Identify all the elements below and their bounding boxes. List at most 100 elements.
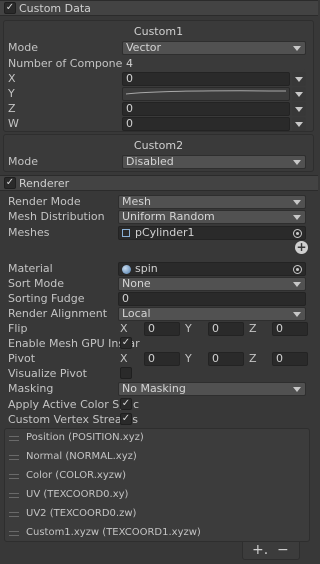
render-alignment-label: Render Alignment — [8, 307, 108, 320]
custom-data-title: Custom Data — [19, 2, 91, 15]
flip-z-field[interactable]: 0 — [272, 322, 308, 336]
custom2-title: Custom2 — [133, 139, 184, 152]
meshes-object-field[interactable]: pCylinder1 — [118, 226, 306, 240]
renderer-checkbox[interactable]: ✓ — [4, 177, 16, 189]
drag-handle-icon[interactable] — [9, 474, 19, 479]
object-picker-icon[interactable] — [293, 265, 302, 274]
pivot-z-field[interactable]: 0 — [272, 352, 308, 366]
drag-handle-icon[interactable] — [9, 455, 19, 460]
apply-color-space-checkbox[interactable]: ✓ — [120, 398, 132, 410]
custom2-mode-value: Disabled — [126, 155, 174, 168]
sort-mode-label: Sort Mode — [8, 277, 65, 290]
custom1-y-label: Y — [8, 87, 15, 100]
sorting-fudge-field[interactable]: 0 — [118, 292, 306, 306]
stream-item[interactable]: Custom1.xyzw (TEXCOORD1.xyzw) — [26, 527, 201, 538]
stream-list-footer: +. − — [242, 542, 300, 560]
renderer-header[interactable]: ✓ Renderer — [0, 175, 318, 191]
render-mode-dropdown[interactable]: Mesh — [118, 195, 306, 209]
drag-handle-icon[interactable] — [9, 531, 19, 536]
pivot-label: Pivot — [8, 352, 36, 365]
custom1-mode-label: Mode — [8, 41, 38, 54]
custom1-z-mode[interactable] — [292, 102, 306, 116]
flip-y-label: Y — [185, 322, 192, 335]
remove-stream-button[interactable]: − — [277, 542, 289, 558]
chevron-down-icon — [293, 282, 301, 287]
custom-streams-label: Custom Vertex Streams — [8, 413, 139, 426]
pivot-z-label: Z — [249, 352, 257, 365]
mesh-distribution-label: Mesh Distribution — [8, 210, 105, 223]
stream-item[interactable]: Color (COLOR.xyzw) — [26, 470, 126, 481]
custom1-title: Custom1 — [133, 25, 184, 38]
pivot-y-label: Y — [185, 352, 192, 365]
drag-handle-icon[interactable] — [9, 493, 19, 498]
chevron-down-icon — [293, 215, 301, 220]
custom2-mode-label: Mode — [8, 155, 38, 168]
material-object-field[interactable]: spin — [118, 262, 306, 276]
pivot-x-field[interactable]: 0 — [144, 352, 180, 366]
render-mode-value: Mesh — [122, 195, 151, 208]
drag-handle-icon[interactable] — [9, 436, 19, 441]
chevron-down-icon — [293, 200, 301, 205]
custom1-mode-dropdown[interactable]: Vector — [122, 41, 306, 55]
renderer-title: Renderer — [19, 177, 70, 190]
custom-data-checkbox[interactable]: ✓ — [4, 2, 16, 14]
render-alignment-dropdown[interactable]: Local — [118, 307, 306, 321]
flip-z-label: Z — [249, 322, 257, 335]
components-label: Number of Components — [8, 57, 140, 70]
visualize-pivot-label: Visualize Pivot — [8, 367, 87, 380]
masking-label: Masking — [8, 382, 54, 395]
add-mesh-button[interactable]: + — [295, 241, 308, 254]
mesh-icon — [122, 229, 130, 237]
custom1-y-curve-field[interactable] — [122, 87, 290, 101]
flip-x-field[interactable]: 0 — [144, 322, 180, 336]
custom1-z-field[interactable]: 0 — [122, 102, 290, 116]
mesh-distribution-value: Uniform Random — [122, 210, 215, 223]
flip-label: Flip — [8, 322, 28, 335]
stream-item[interactable]: Position (POSITION.xyz) — [26, 432, 144, 443]
stream-item[interactable]: UV (TEXCOORD0.xy) — [26, 489, 128, 500]
pivot-x-label: X — [120, 352, 128, 365]
sorting-fudge-label: Sorting Fudge — [8, 292, 85, 305]
chevron-down-icon — [293, 387, 301, 392]
sort-mode-dropdown[interactable]: None — [118, 277, 306, 291]
material-label: Material — [8, 262, 53, 275]
custom-streams-checkbox[interactable]: ✓ — [120, 413, 132, 425]
masking-dropdown[interactable]: No Masking — [118, 382, 306, 396]
add-stream-button[interactable]: +. — [252, 542, 268, 558]
custom1-w-mode[interactable] — [292, 117, 306, 131]
chevron-down-icon — [295, 122, 303, 127]
flip-x-label: X — [120, 322, 128, 335]
chevron-down-icon — [293, 46, 301, 51]
chevron-down-icon — [293, 312, 301, 317]
mesh-distribution-dropdown[interactable]: Uniform Random — [118, 210, 306, 224]
custom1-w-label: W — [8, 117, 19, 130]
pivot-y-field[interactable]: 0 — [208, 352, 244, 366]
custom1-x-field[interactable]: 0 — [122, 72, 290, 86]
material-icon — [122, 265, 131, 274]
custom1-x-mode[interactable] — [292, 72, 306, 86]
chevron-down-icon — [295, 92, 303, 97]
drag-handle-icon[interactable] — [9, 512, 19, 517]
masking-value: No Masking — [122, 382, 186, 395]
custom1-mode-value: Vector — [126, 41, 162, 54]
stream-item[interactable]: Normal (NORMAL.xyz) — [26, 451, 137, 462]
chevron-down-icon — [295, 107, 303, 112]
custom2-mode-dropdown[interactable]: Disabled — [122, 155, 306, 169]
visualize-pivot-checkbox[interactable] — [120, 367, 132, 379]
stream-item[interactable]: UV2 (TEXCOORD0.zw) — [26, 508, 136, 519]
render-alignment-value: Local — [122, 307, 151, 320]
custom-data-header[interactable]: ✓ Custom Data — [0, 0, 318, 16]
meshes-label: Meshes — [8, 226, 50, 239]
custom1-w-field[interactable]: 0 — [122, 117, 290, 131]
components-field[interactable]: 4 — [122, 57, 306, 71]
gpu-instancing-checkbox[interactable]: ✓ — [120, 337, 132, 349]
curve-icon — [125, 90, 287, 95]
sort-mode-value: None — [122, 277, 151, 290]
flip-y-field[interactable]: 0 — [208, 322, 244, 336]
custom1-z-label: Z — [8, 102, 16, 115]
object-picker-icon[interactable] — [293, 229, 302, 238]
render-mode-label: Render Mode — [8, 195, 81, 208]
custom1-y-mode[interactable] — [292, 87, 306, 101]
chevron-down-icon — [295, 77, 303, 82]
vertex-streams-list — [4, 428, 310, 542]
